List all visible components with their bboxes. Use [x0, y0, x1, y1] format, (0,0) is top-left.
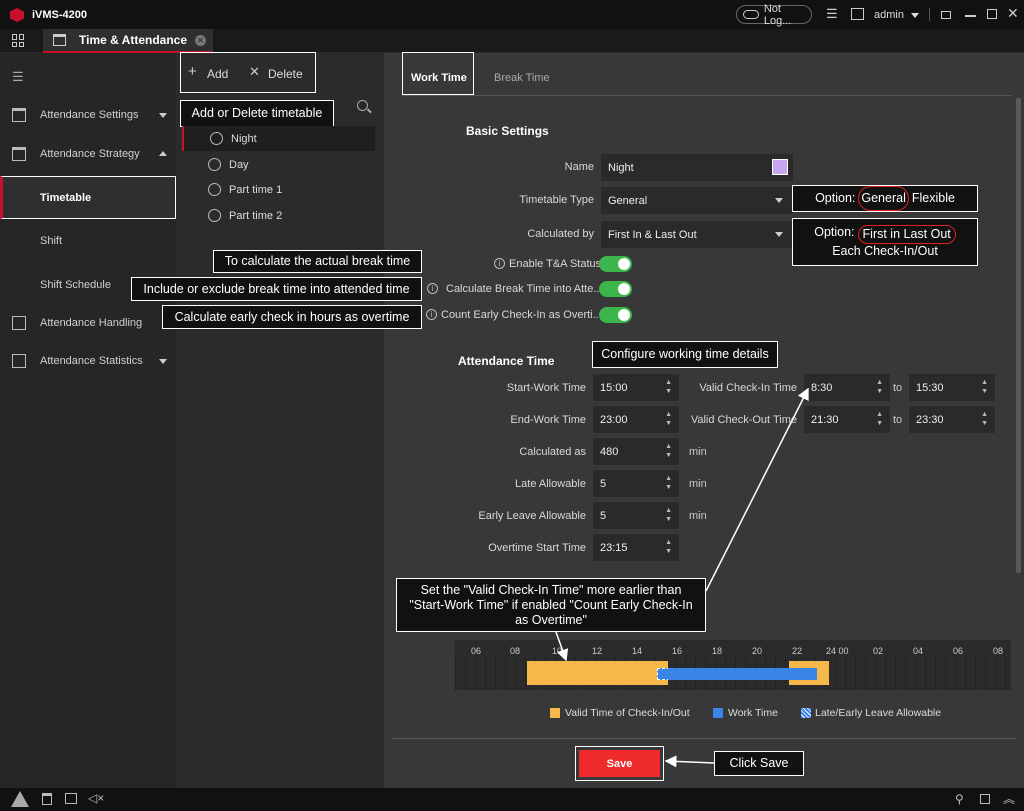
pin-icon[interactable]: ⚲ [955, 792, 964, 806]
window-icon[interactable] [980, 794, 990, 804]
annotation-arrows [555, 387, 809, 768]
arrow-to-valid-checkin [705, 387, 809, 592]
arrow-to-timeline [555, 631, 569, 662]
image-icon[interactable] [65, 793, 77, 804]
status-bar: ◁× ⚲ ︽ [0, 788, 1024, 811]
alarm-icon[interactable] [11, 791, 29, 807]
trash-icon[interactable] [42, 793, 52, 805]
chevron-up-icon[interactable]: ︽ [1003, 790, 1015, 807]
mute-icon[interactable]: ◁× [88, 791, 104, 805]
arrow-to-save [664, 755, 715, 768]
